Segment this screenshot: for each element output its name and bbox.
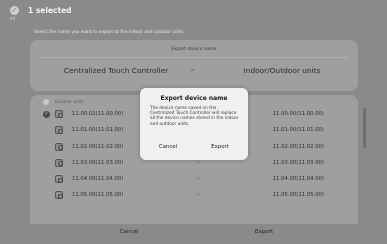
select-all-checkbox[interactable]: ✓ bbox=[10, 6, 19, 15]
panel-divider bbox=[40, 57, 348, 58]
export-target-label: Indoor/Outdoor units bbox=[243, 66, 321, 75]
device-icon bbox=[55, 110, 63, 118]
dialog-export-button[interactable]: Export bbox=[206, 144, 234, 150]
chevron-right-icon: > bbox=[190, 67, 196, 74]
chevron-right-icon: > bbox=[196, 159, 201, 166]
device-icon bbox=[55, 175, 63, 184]
instruction-text: Select the name you want to export to th… bbox=[34, 30, 185, 35]
device-icon bbox=[55, 142, 63, 151]
device-name-target: 11.01.00(11.01.00) bbox=[272, 127, 324, 134]
export-direction-panel: Export device name Centralized Touch Con… bbox=[30, 40, 358, 91]
group-label: Outdoor units bbox=[55, 99, 84, 104]
panel-heading: Export device name bbox=[171, 47, 217, 52]
device-icon bbox=[55, 158, 63, 167]
chevron-right-icon: > bbox=[196, 176, 201, 183]
list-scrollbar[interactable] bbox=[363, 108, 366, 148]
chevron-right-icon: > bbox=[196, 192, 201, 199]
device-name-target: 11.03.00(11.03.00) bbox=[272, 159, 324, 166]
dialog-message: The device name saved on the Centralized… bbox=[150, 106, 239, 127]
dialog-cancel-button[interactable]: Cancel bbox=[154, 144, 182, 150]
cancel-button[interactable]: Cancel bbox=[105, 229, 153, 235]
device-name-source: 11.01.00(11.01.00) bbox=[72, 127, 124, 134]
selection-count-title: 1 selected bbox=[28, 6, 72, 15]
dialog-title: Export device name bbox=[160, 95, 228, 102]
export-source-label: Centralized Touch Controller bbox=[63, 66, 169, 75]
group-checkbox[interactable] bbox=[43, 99, 49, 105]
device-name-source: 11.02.00(11.02.00) bbox=[72, 143, 124, 150]
footer-bar: Cancel Export bbox=[0, 224, 387, 244]
device-name-source: 11.03.00(11.03.00) bbox=[72, 159, 124, 166]
device-name-target: 11.05.00(11.05.00) bbox=[272, 192, 324, 199]
export-button[interactable]: Export bbox=[240, 229, 288, 235]
device-row[interactable]: 11.05.00(11.05.00) > 11.05.00(11.05.00) bbox=[30, 188, 358, 204]
export-confirm-dialog: Export device name The device name saved… bbox=[140, 88, 248, 160]
select-all-label: All bbox=[10, 16, 15, 21]
device-name-target: 11.04.00(11.04.00) bbox=[272, 176, 324, 183]
device-name-source: 11.05.00(11.05.00) bbox=[72, 192, 124, 199]
device-name-source: 11.00.02(11.00.00) bbox=[72, 111, 124, 117]
row-checkbox[interactable]: ✓ bbox=[43, 111, 50, 118]
device-name-target: 11.02.00(11.02.00) bbox=[272, 143, 324, 150]
device-icon bbox=[55, 191, 63, 200]
export-device-name-screen: ✓ All 1 selected Select the name you wan… bbox=[0, 0, 387, 244]
device-row[interactable]: 11.04.00(11.04.00) > 11.04.00(11.04.00) bbox=[30, 172, 358, 188]
device-icon bbox=[55, 126, 63, 135]
device-name-source: 11.04.00(11.04.00) bbox=[72, 176, 124, 183]
device-name-target: 11.00.00(11.00.00) bbox=[272, 111, 324, 117]
